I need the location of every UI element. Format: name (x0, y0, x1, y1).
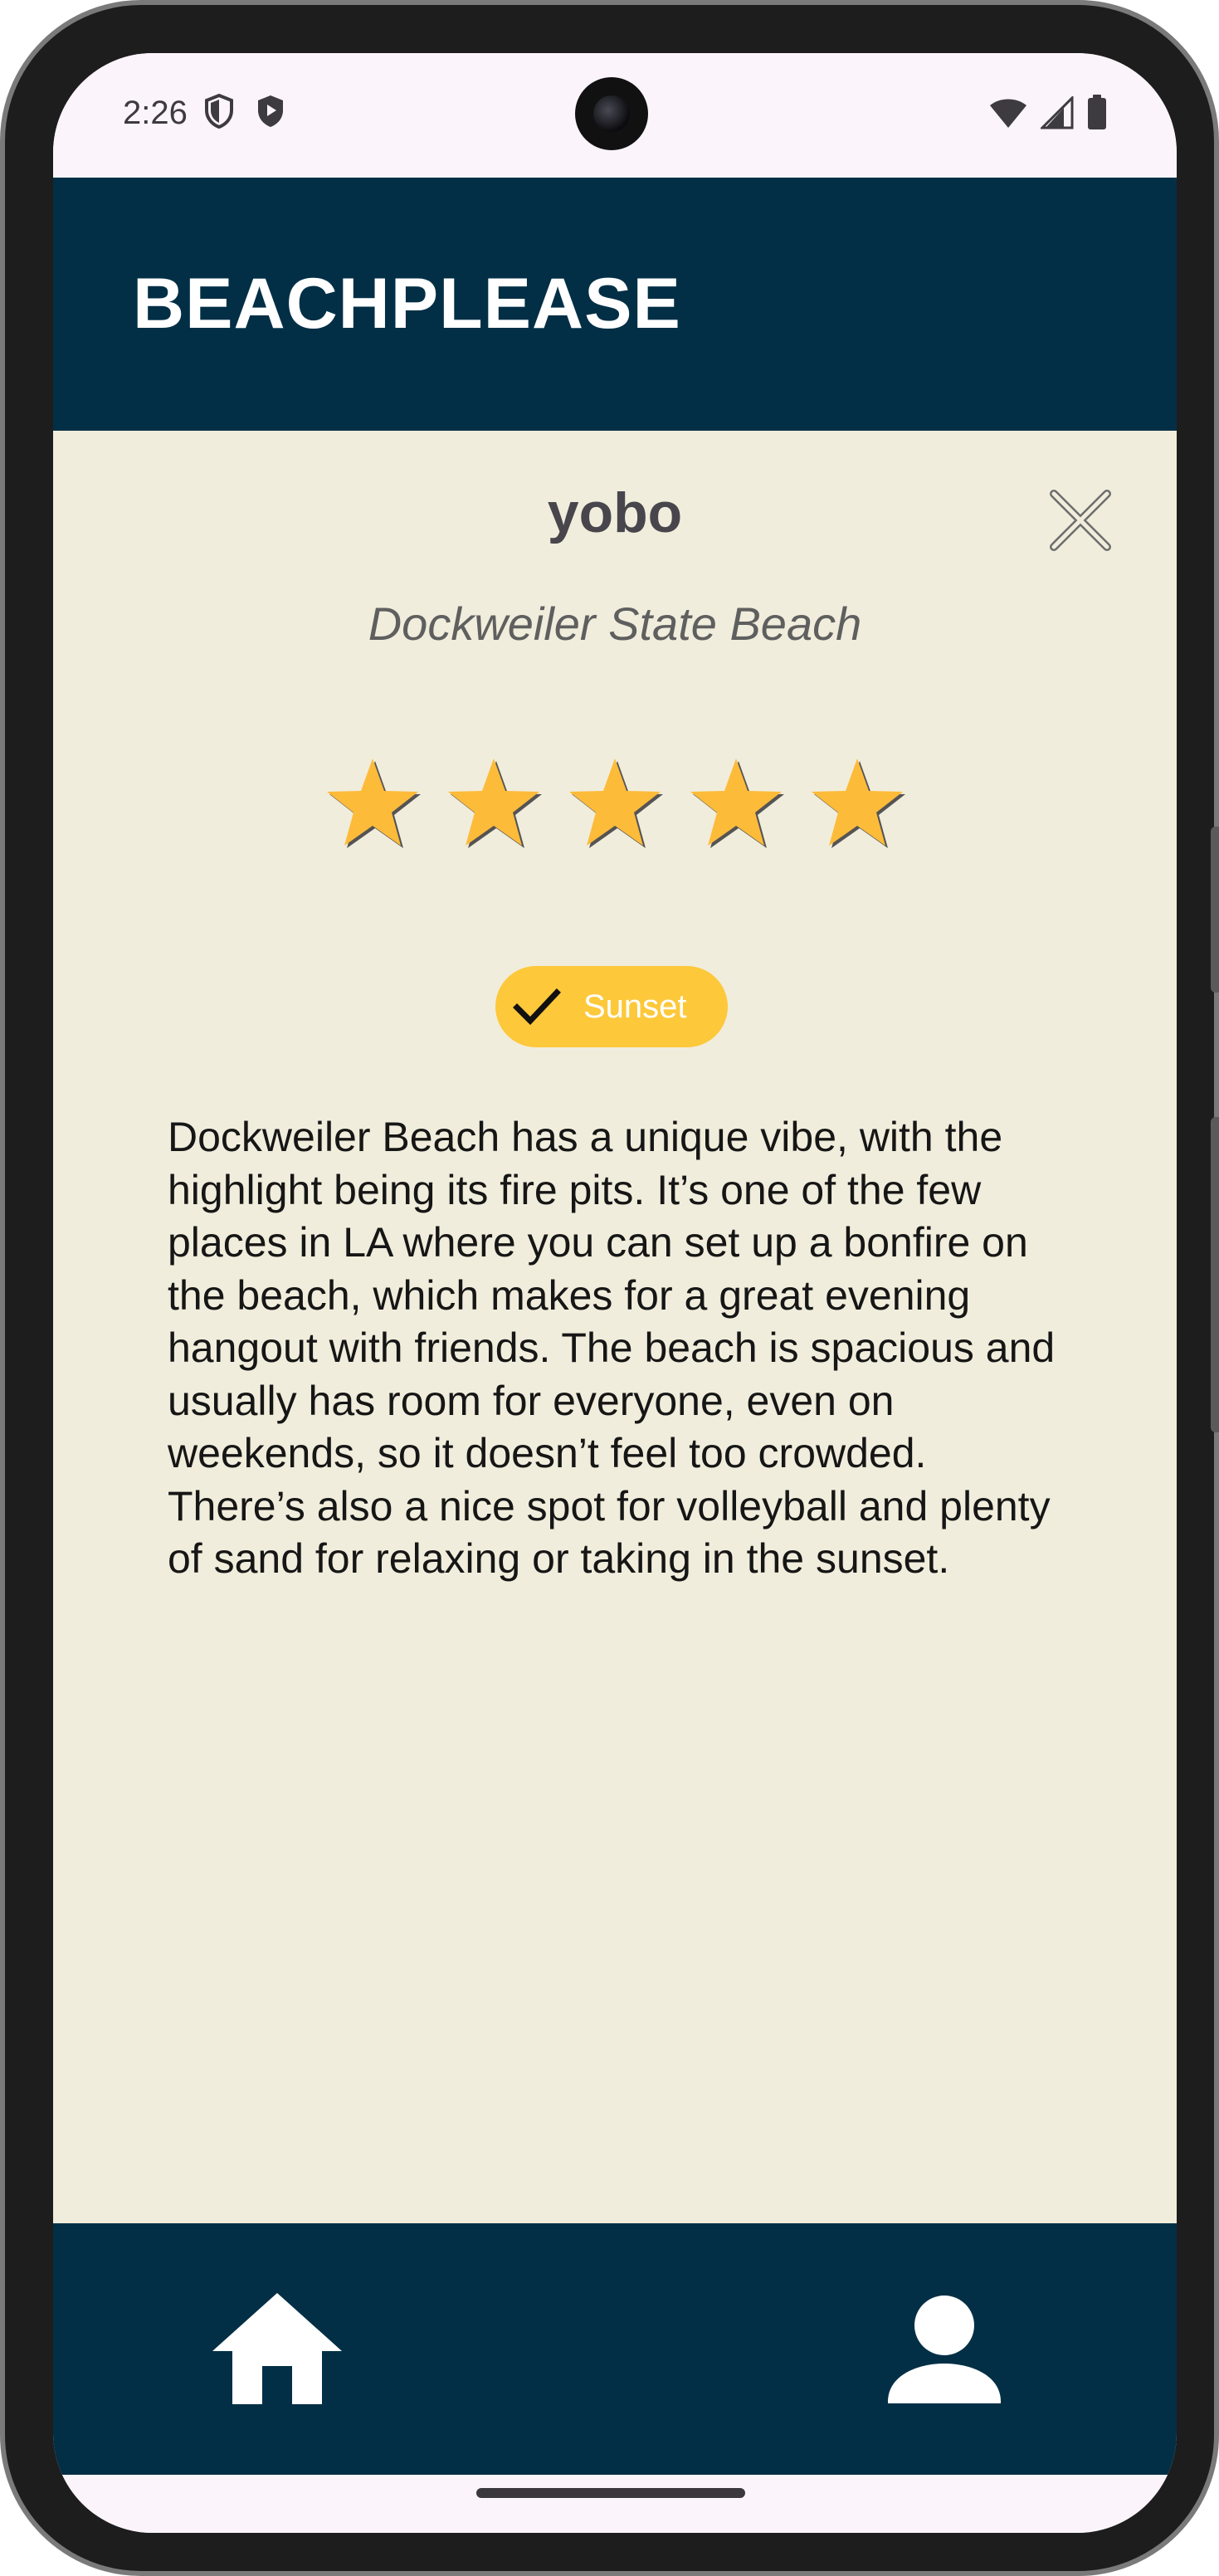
check-icon (513, 988, 561, 1026)
person-icon (888, 2295, 1001, 2403)
tag-chip-label: Sunset (583, 988, 687, 1025)
star-icon (812, 759, 905, 848)
review-body: Dockweiler Beach has a unique vibe, with… (168, 1114, 1056, 1582)
front-camera (575, 77, 648, 150)
home-icon (212, 2293, 342, 2404)
screen: 2:26 BEACHPLEASE yobo Dockweiler State B… (53, 53, 1177, 2533)
star-icon (690, 759, 784, 848)
battery-icon (1087, 95, 1107, 133)
star-icon (327, 759, 421, 848)
nav-profile-button[interactable] (888, 2294, 1001, 2410)
volume-button (1211, 827, 1219, 993)
review-username: yobo (547, 481, 683, 544)
star-icon (569, 759, 663, 848)
cellular-signal-icon (1039, 95, 1074, 133)
status-right-icons (989, 95, 1107, 133)
phone-frame: 2:26 BEACHPLEASE yobo Dockweiler State B… (0, 0, 1219, 2576)
app-bar: BEACHPLEASE (53, 178, 1177, 431)
star-rating (53, 754, 1177, 854)
shield-play-icon (254, 93, 287, 133)
app-title: BEACHPLEASE (133, 264, 681, 344)
status-left-icons (202, 93, 287, 133)
gesture-handle[interactable] (476, 2488, 745, 2498)
gesture-bar (53, 2475, 1177, 2533)
nav-home-button[interactable] (209, 2290, 345, 2414)
status-time: 2:26 (123, 95, 188, 131)
close-button[interactable] (1046, 485, 1115, 555)
wifi-icon (989, 96, 1027, 133)
status-bar: 2:26 (53, 53, 1177, 178)
shield-outline-icon (202, 93, 236, 133)
beach-name: Dockweiler State Beach (368, 598, 862, 650)
bottom-nav (53, 2223, 1177, 2475)
close-icon (1050, 490, 1111, 551)
star-icon (448, 759, 542, 848)
power-button (1211, 1117, 1219, 1432)
review-detail: yobo Dockweiler State Beach Sunset Dockw… (53, 431, 1177, 2223)
tag-chip-sunset[interactable]: Sunset (495, 966, 728, 1047)
